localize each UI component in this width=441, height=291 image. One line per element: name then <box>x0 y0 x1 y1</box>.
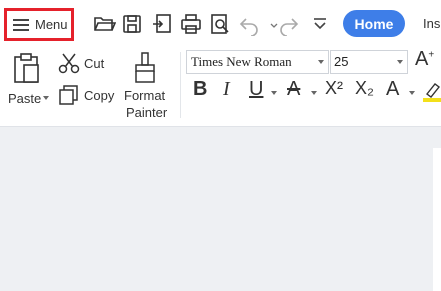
save-icon[interactable] <box>120 12 144 36</box>
paste-label: Paste <box>8 91 42 106</box>
format-painter-label-line2: Painter <box>126 105 168 120</box>
print-icon[interactable] <box>179 12 203 36</box>
font-size-value: 25 <box>334 54 349 69</box>
grow-font-icon: A+ <box>415 48 435 70</box>
chevron-down-icon <box>397 60 403 64</box>
hamburger-icon <box>13 16 29 34</box>
font-name-select[interactable]: Times New Roman <box>186 50 329 74</box>
menu-label: Menu <box>35 17 68 32</box>
strikethrough-dropdown-icon[interactable] <box>311 91 317 95</box>
strikethrough-button[interactable]: A <box>287 78 300 101</box>
scissors-icon <box>58 53 80 74</box>
undo-dropdown-icon[interactable] <box>262 12 278 36</box>
underline-button[interactable]: U <box>249 78 263 101</box>
grow-font-button[interactable]: A+ <box>415 48 441 74</box>
redo-icon[interactable] <box>277 12 301 37</box>
paste-icon <box>14 53 39 83</box>
ribbon-divider <box>180 52 181 118</box>
format-painter-button[interactable]: Format Painter <box>120 50 170 122</box>
copy-label: Copy <box>84 88 115 103</box>
document-page[interactable] <box>433 148 441 291</box>
highlighter-icon <box>423 83 441 102</box>
cut-label: Cut <box>84 56 105 71</box>
text-effect-button[interactable]: A <box>386 78 399 101</box>
bold-button[interactable]: B <box>193 78 207 101</box>
underline-dropdown-icon[interactable] <box>271 91 277 95</box>
copy-button[interactable]: Copy <box>58 84 118 106</box>
chevron-down-icon <box>318 60 324 64</box>
highlight-button[interactable] <box>423 80 441 102</box>
export-icon[interactable] <box>150 12 174 36</box>
copy-icon <box>59 85 78 105</box>
subscript-button[interactable]: X₂ <box>355 78 374 99</box>
open-folder-icon[interactable] <box>92 12 117 36</box>
paste-dropdown-icon[interactable] <box>43 96 49 100</box>
paintbrush-icon <box>135 52 155 83</box>
quick-access-toolbar: Menu Home Ins <box>0 0 441 46</box>
undo-icon[interactable] <box>237 12 261 37</box>
text-effect-dropdown-icon[interactable] <box>409 91 415 95</box>
tab-home[interactable]: Home <box>343 10 405 37</box>
italic-button[interactable]: I <box>223 78 230 101</box>
font-name-value: Times New Roman <box>191 54 292 69</box>
superscript-button[interactable]: X² <box>325 78 343 99</box>
cut-button[interactable]: Cut <box>58 52 108 74</box>
format-painter-label-line1: Format <box>124 88 166 103</box>
print-preview-icon[interactable] <box>208 12 232 36</box>
more-chevron-icon[interactable] <box>308 12 332 36</box>
menu-button[interactable]: Menu <box>4 8 74 41</box>
font-size-select[interactable]: 25 <box>330 50 408 74</box>
tab-insert[interactable]: Ins <box>423 16 440 31</box>
